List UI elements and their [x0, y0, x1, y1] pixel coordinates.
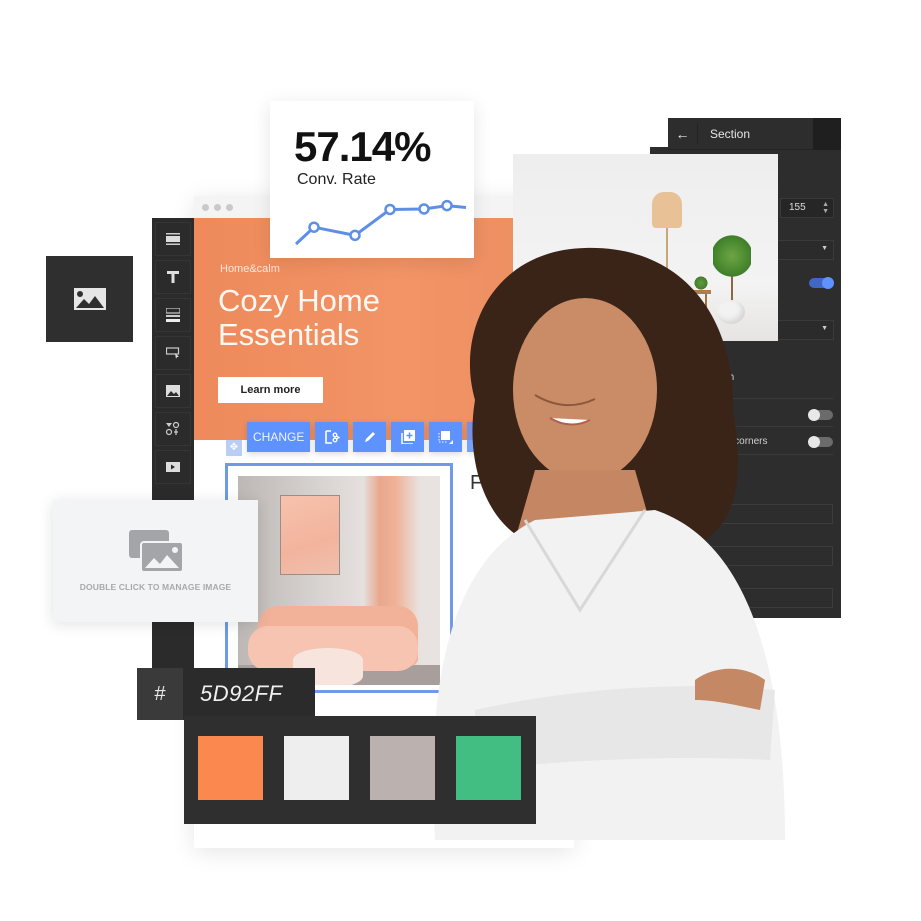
- image-widget[interactable]: [46, 256, 133, 342]
- crop-icon[interactable]: [315, 422, 349, 452]
- window-dot: [226, 203, 233, 211]
- color-swatch-green[interactable]: [456, 736, 521, 800]
- lamp: [652, 192, 682, 228]
- color-swatch-taupe[interactable]: [370, 736, 435, 800]
- sparkline-point: [441, 199, 453, 212]
- window-dot: [214, 203, 221, 211]
- sparkline-line: [294, 204, 467, 246]
- number-value: 155: [789, 202, 806, 213]
- sparkline-chart: [294, 199, 467, 246]
- section-icon[interactable]: [155, 222, 191, 256]
- panel-corner: [813, 117, 841, 150]
- button-icon[interactable]: [155, 336, 191, 370]
- chevron-down-icon: ▼: [821, 325, 828, 332]
- rows-icon[interactable]: [155, 298, 191, 332]
- color-swatch-light-gray[interactable]: [284, 736, 349, 800]
- hex-color-input[interactable]: # 5D92FF: [137, 668, 315, 720]
- spinner-icon[interactable]: ▲ ▼: [822, 201, 829, 215]
- wall-art: [280, 495, 340, 575]
- window-dot: [202, 203, 209, 211]
- arrow-left-icon[interactable]: ←: [668, 123, 698, 144]
- text-icon[interactable]: [155, 260, 191, 294]
- conversion-rate-card: 57.14% Conv. Rate: [270, 101, 474, 258]
- toggle-knob: [808, 436, 820, 448]
- rounded-corners-toggle[interactable]: [808, 436, 833, 448]
- color-swatch-orange[interactable]: [198, 736, 263, 800]
- image-placeholder-card[interactable]: DOUBLE CLICK TO MANAGE IMAGE: [53, 500, 258, 622]
- sparkline-point: [349, 229, 361, 242]
- toggle-knob: [808, 409, 820, 421]
- top-toggle[interactable]: [809, 277, 834, 289]
- video-icon[interactable]: [155, 450, 191, 484]
- images-icon: [128, 530, 183, 572]
- hex-value[interactable]: 5D92FF: [183, 668, 315, 720]
- sparkline-point: [384, 203, 396, 216]
- chevron-down-icon: ▼: [821, 245, 828, 252]
- hash-icon: #: [137, 668, 183, 720]
- learn-more-button[interactable]: Learn more: [218, 377, 323, 403]
- elements-icon[interactable]: [155, 412, 191, 446]
- edit-pencil-icon[interactable]: [353, 422, 387, 452]
- living-room-image: [238, 476, 440, 685]
- image-icon: [73, 288, 106, 310]
- border-toggle[interactable]: [808, 409, 833, 421]
- sparkline-point: [418, 203, 430, 215]
- change-image-button[interactable]: CHANGE: [247, 422, 311, 452]
- image-icon[interactable]: [155, 374, 191, 408]
- number-input[interactable]: 155 ▲ ▼: [780, 198, 834, 218]
- toggle-knob: [822, 277, 834, 289]
- placeholder-label: DOUBLE CLICK TO MANAGE IMAGE: [79, 582, 232, 592]
- panel-header: ← Section: [668, 117, 841, 150]
- move-icon[interactable]: ✥: [226, 440, 242, 456]
- brand-name: Home&calm: [220, 263, 280, 275]
- sparkline-point: [308, 221, 320, 233]
- color-swatch-palette: [184, 716, 536, 824]
- panel-title: Section: [710, 126, 751, 141]
